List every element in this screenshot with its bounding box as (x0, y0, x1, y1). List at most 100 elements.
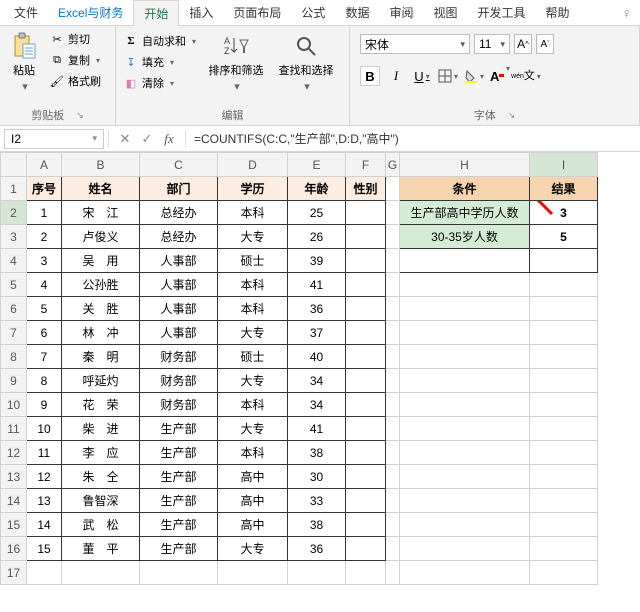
cell-G14[interactable] (386, 489, 400, 513)
cell-I9[interactable] (530, 369, 598, 393)
fill-button[interactable]: ↧ 填充 ▾ (122, 53, 198, 71)
dialog-launcher-icon[interactable]: ↘ (76, 110, 84, 121)
cell-F9[interactable] (346, 369, 386, 393)
cell-C6[interactable]: 人事部 (140, 297, 218, 321)
col-header-F[interactable]: F (346, 153, 386, 177)
cell-B7[interactable]: 林 冲 (62, 321, 140, 345)
cell-D2[interactable]: 本科 (218, 201, 288, 225)
tell-me-icon[interactable]: ♀ (618, 5, 637, 21)
tab-view[interactable]: 视图 (423, 0, 467, 25)
cell-I16[interactable] (530, 537, 598, 561)
cell-D7[interactable]: 大专 (218, 321, 288, 345)
cell-D16[interactable]: 大专 (218, 537, 288, 561)
cell-B8[interactable]: 秦 明 (62, 345, 140, 369)
cell-I17[interactable] (530, 561, 598, 585)
cell-H11[interactable] (400, 417, 530, 441)
cell-B1[interactable]: 姓名 (62, 177, 140, 201)
cell-H10[interactable] (400, 393, 530, 417)
row-header-2[interactable]: 2 (1, 201, 27, 225)
cell-I11[interactable] (530, 417, 598, 441)
cell-A15[interactable]: 14 (27, 513, 62, 537)
cell-A14[interactable]: 13 (27, 489, 62, 513)
fill-color-button[interactable]: ▾ (464, 66, 484, 86)
cell-I7[interactable] (530, 321, 598, 345)
cell-C8[interactable]: 财务部 (140, 345, 218, 369)
cell-E9[interactable]: 34 (288, 369, 346, 393)
border-button[interactable]: ▾ (438, 66, 458, 86)
cell-G4[interactable] (386, 249, 400, 273)
cut-button[interactable]: ✂ 剪切 (48, 30, 103, 48)
find-select-button[interactable]: 查找和选择 ▾ (274, 30, 338, 95)
cell-H2[interactable]: 生产部高中学历人数 (400, 201, 530, 225)
cell-A12[interactable]: 11 (27, 441, 62, 465)
cell-B13[interactable]: 朱 仝 (62, 465, 140, 489)
col-header-C[interactable]: C (140, 153, 218, 177)
insert-function-button[interactable]: fx (159, 130, 179, 148)
cell-A1[interactable]: 序号 (27, 177, 62, 201)
tab-review[interactable]: 审阅 (379, 0, 423, 25)
row-header-12[interactable]: 12 (1, 441, 27, 465)
cell-F10[interactable] (346, 393, 386, 417)
tab-excel-finance[interactable]: Excel与财务 (48, 0, 133, 25)
cell-A10[interactable]: 9 (27, 393, 62, 417)
cell-H15[interactable] (400, 513, 530, 537)
cell-D4[interactable]: 硕士 (218, 249, 288, 273)
cell-B10[interactable]: 花 荣 (62, 393, 140, 417)
cell-F3[interactable] (346, 225, 386, 249)
cell-C15[interactable]: 生产部 (140, 513, 218, 537)
cell-D9[interactable]: 大专 (218, 369, 288, 393)
cell-G17[interactable] (386, 561, 400, 585)
cell-D14[interactable]: 高中 (218, 489, 288, 513)
cell-F2[interactable] (346, 201, 386, 225)
cell-C7[interactable]: 人事部 (140, 321, 218, 345)
cell-H3[interactable]: 30-35岁人数 (400, 225, 530, 249)
cell-B11[interactable]: 柴 进 (62, 417, 140, 441)
cell-E8[interactable]: 40 (288, 345, 346, 369)
cell-D15[interactable]: 高中 (218, 513, 288, 537)
col-header-G[interactable]: G (386, 153, 400, 177)
cell-C10[interactable]: 财务部 (140, 393, 218, 417)
tab-insert[interactable]: 插入 (179, 0, 223, 25)
cell-H14[interactable] (400, 489, 530, 513)
paste-button[interactable]: 粘贴 ▾ (6, 30, 42, 95)
cell-I10[interactable] (530, 393, 598, 417)
cell-D8[interactable]: 硕士 (218, 345, 288, 369)
cell-E1[interactable]: 年龄 (288, 177, 346, 201)
cell-H5[interactable] (400, 273, 530, 297)
name-box[interactable]: I2 ▾ (4, 129, 104, 149)
cell-F16[interactable] (346, 537, 386, 561)
cell-A8[interactable]: 7 (27, 345, 62, 369)
tab-dev[interactable]: 开发工具 (467, 0, 535, 25)
col-header-E[interactable]: E (288, 153, 346, 177)
sort-filter-button[interactable]: AZ 排序和筛选 ▾ (204, 30, 268, 95)
cancel-formula-button[interactable]: ✕ (115, 130, 135, 148)
row-header-10[interactable]: 10 (1, 393, 27, 417)
row-header-1[interactable]: 1 (1, 177, 27, 201)
cell-F1[interactable]: 性别 (346, 177, 386, 201)
cell-I1[interactable]: 结果 (530, 177, 598, 201)
cell-H7[interactable] (400, 321, 530, 345)
dialog-launcher-icon[interactable]: ↘ (508, 110, 516, 121)
row-header-11[interactable]: 11 (1, 417, 27, 441)
cell-A3[interactable]: 2 (27, 225, 62, 249)
cell-E3[interactable]: 26 (288, 225, 346, 249)
cell-F4[interactable] (346, 249, 386, 273)
cell-I4[interactable] (530, 249, 598, 273)
cell-C9[interactable]: 财务部 (140, 369, 218, 393)
row-header-13[interactable]: 13 (1, 465, 27, 489)
cell-A7[interactable]: 6 (27, 321, 62, 345)
bold-button[interactable]: B (360, 66, 380, 86)
cell-H8[interactable] (400, 345, 530, 369)
cell-A6[interactable]: 5 (27, 297, 62, 321)
row-header-16[interactable]: 16 (1, 537, 27, 561)
cell-I8[interactable] (530, 345, 598, 369)
cell-H13[interactable] (400, 465, 530, 489)
cell-A11[interactable]: 10 (27, 417, 62, 441)
cell-B9[interactable]: 呼延灼 (62, 369, 140, 393)
cell-G10[interactable] (386, 393, 400, 417)
cell-G12[interactable] (386, 441, 400, 465)
cell-E15[interactable]: 38 (288, 513, 346, 537)
cell-B6[interactable]: 关 胜 (62, 297, 140, 321)
cell-F5[interactable] (346, 273, 386, 297)
cell-A9[interactable]: 8 (27, 369, 62, 393)
